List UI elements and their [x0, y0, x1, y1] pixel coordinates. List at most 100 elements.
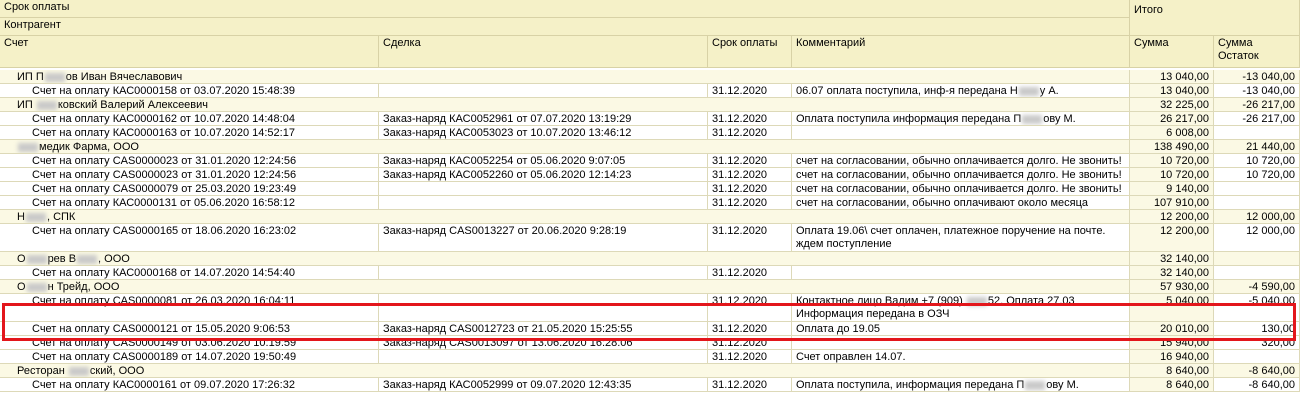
cell-text: 31.12.2020 [712, 183, 768, 195]
cell-text: Оплата до 19.05 [796, 323, 881, 335]
header-label: Остаток [1218, 50, 1259, 62]
table-row[interactable]: Счет на оплату CAS0000081 от 26.03.2020 … [0, 294, 1300, 322]
cell-text: 32 140,00 [1160, 267, 1209, 279]
sum-cell: 12 200,00 [1130, 210, 1214, 223]
table-row[interactable]: Счет на оплату CAS0000079 от 25.03.2020 … [0, 182, 1300, 196]
cell-text: Счет на оплату CAS0000121 от 15.05.2020 … [32, 323, 291, 335]
cell-text: 31.12.2020 [712, 197, 768, 209]
group-row[interactable]: ИП ковский Валерий Алексеевич 32 225,00 -2… [0, 98, 1300, 112]
header-srok-oplaty-group: Срок оплаты [0, 0, 1130, 18]
invoice-cell: Счет на оплату КАС0000168 от 14.07.2020 … [0, 266, 379, 279]
header-kommentariy[interactable]: Комментарий [792, 36, 1130, 68]
group-row[interactable]: Ресторан ский, ООО 8 640,00 -8 640,00 [0, 364, 1300, 378]
table-row[interactable]: Счет на оплату CAS0000165 от 18.06.2020 … [0, 224, 1300, 252]
deal-cell: Заказ-наряд CAS0013097 от 13.06.2020 16:… [379, 336, 708, 349]
cell-text: ову М. [1046, 379, 1079, 391]
cell-text: Счет на оплату CAS0000023 от 31.01.2020 … [32, 169, 297, 181]
table-row[interactable]: Счет на оплату CAS0000121 от 15.05.2020 … [0, 322, 1300, 336]
due-date-cell: 31.12.2020 [708, 196, 792, 209]
table-row[interactable]: Счет на оплату КАС0000163 от 10.07.2020 … [0, 126, 1300, 140]
redacted-text [36, 100, 57, 110]
cell-text: Счет на оплату КАС0000161 от 09.07.2020 … [32, 379, 295, 391]
cell-text: Заказ-наряд КАС0052260 от 05.06.2020 12:… [383, 169, 632, 181]
deal-cell: Заказ-наряд КАС0053023 от 10.07.2020 13:… [379, 126, 708, 139]
cell-text: ИП П [17, 71, 44, 83]
cell-text: Счет на оплату CAS0000189 от 14.07.2020 … [32, 351, 297, 363]
table-row[interactable]: Счет на оплату КАС0000162 от 10.07.2020 … [0, 112, 1300, 126]
invoice-cell: Счет на оплату CAS0000081 от 26.03.2020 … [0, 294, 379, 321]
due-date-cell: 31.12.2020 [708, 224, 792, 251]
sum-cell: 8 640,00 [1130, 378, 1214, 391]
cell-text: Счет на оплату КАС0000158 от 03.07.2020 … [32, 85, 295, 97]
due-date-cell: 31.12.2020 [708, 126, 792, 139]
remainder-cell: -13 040,00 [1214, 84, 1300, 97]
counterparty-name: Н , СПК [0, 210, 1130, 223]
invoice-cell: Счет на оплату КАС0000158 от 03.07.2020 … [0, 84, 379, 97]
deal-cell: Заказ-наряд КАС0052961 от 07.07.2020 13:… [379, 112, 708, 125]
due-date-cell: 31.12.2020 [708, 266, 792, 279]
header-itogo: Итого [1130, 0, 1300, 36]
table-row[interactable]: Счет на оплату CAS0000189 от 14.07.2020 … [0, 350, 1300, 364]
table-row[interactable]: Счет на оплату CAS0000023 от 31.01.2020 … [0, 154, 1300, 168]
group-row[interactable]: медик Фарма, ООО 138 490,00 21 440,00 [0, 140, 1300, 154]
cell-text: 15 940,00 [1160, 337, 1209, 349]
group-row[interactable]: ИП П ов Иван Вячеславович 13 040,00 -13 040… [0, 70, 1300, 84]
cell-text: счет на согласовании, обычно оплачиваетс… [796, 155, 1122, 167]
header-label: Итого [1134, 4, 1163, 16]
table-row[interactable]: Счет на оплату КАС0000131 от 05.06.2020 … [0, 196, 1300, 210]
cell-text: -8 640,00 [1248, 379, 1295, 391]
header-sdelka[interactable]: Сделка [379, 36, 708, 68]
header-srok-oplaty[interactable]: Срок оплаты [708, 36, 792, 68]
sum-cell: 26 217,00 [1130, 112, 1214, 125]
table-row[interactable]: Счет на оплату CAS0000149 от 03.06.2020 … [0, 336, 1300, 350]
remainder-cell: 12 000,00 [1214, 210, 1300, 223]
group-row[interactable]: Он Трейд, ООО 57 930,00 -4 590,00 [0, 280, 1300, 294]
cell-text: н Трейд, ООО [47, 281, 120, 293]
cell-text: -26 217,00 [1242, 99, 1295, 111]
group-row[interactable]: Н , СПК 12 200,00 12 000,00 [0, 210, 1300, 224]
table-row[interactable]: Счет на оплату КАС0000161 от 09.07.2020 … [0, 378, 1300, 392]
redacted-text [18, 142, 38, 152]
cell-text: 107 910,00 [1153, 197, 1209, 209]
cell-text: ов Иван Вячеславович [65, 71, 183, 83]
redacted-text [44, 72, 65, 82]
cell-text: 57 930,00 [1160, 281, 1209, 293]
cell-text: Заказ-наряд CAS0013227 от 20.06.2020 9:2… [383, 225, 627, 237]
redacted-text [1018, 86, 1039, 96]
table-row[interactable]: Счет на оплату КАС0000158 от 03.07.2020 … [0, 84, 1300, 98]
cell-text: О [17, 253, 26, 265]
header-summa-ostatok[interactable]: Сумма Остаток [1214, 36, 1300, 68]
sum-cell: 10 720,00 [1130, 154, 1214, 167]
deal-cell [379, 196, 708, 209]
cell-text: 10 720,00 [1246, 155, 1295, 167]
cell-text: Заказ-наряд КАС0052254 от 05.06.2020 9:0… [383, 155, 626, 167]
counterparty-name: медик Фарма, ООО [0, 140, 1130, 153]
cell-text: Заказ-наряд КАС0053023 от 10.07.2020 13:… [383, 127, 632, 139]
cell-text: 31.12.2020 [712, 267, 768, 279]
cell-text: Счет на оплату CAS0000079 от 25.03.2020 … [32, 183, 297, 195]
cell-text: 13 040,00 [1160, 85, 1209, 97]
header-summa[interactable]: Сумма [1130, 36, 1214, 68]
table-row[interactable]: Счет на оплату CAS0000023 от 31.01.2020 … [0, 168, 1300, 182]
sum-cell: 12 200,00 [1130, 224, 1214, 251]
cell-text: ову М. [1043, 113, 1076, 125]
header-label: Сделка [383, 37, 421, 49]
cell-text: 06.07 оплата поступила, инф-я передана Н [796, 85, 1018, 97]
deal-cell [379, 84, 708, 97]
due-date-cell: 31.12.2020 [708, 378, 792, 391]
due-date-cell: 31.12.2020 [708, 294, 792, 321]
cell-text: ИП [17, 99, 36, 111]
remainder-cell [1214, 252, 1300, 265]
redacted-text [26, 254, 47, 264]
sum-cell: 6 008,00 [1130, 126, 1214, 139]
group-row[interactable]: Орев В , ООО 32 140,00 [0, 252, 1300, 266]
cell-text: счет на согласовании, обычно оплачиваетс… [796, 183, 1122, 195]
header-label: Счет [4, 37, 29, 49]
invoice-cell: Счет на оплату КАС0000131 от 05.06.2020 … [0, 196, 379, 209]
due-date-cell: 31.12.2020 [708, 182, 792, 195]
table-row[interactable]: Счет на оплату КАС0000168 от 14.07.2020 … [0, 266, 1300, 280]
comment-cell: Оплата поступила информация передана П ов… [792, 112, 1130, 125]
due-date-cell: 31.12.2020 [708, 168, 792, 181]
header-schet[interactable]: Счет [0, 36, 379, 68]
counterparty-name: ИП П ов Иван Вячеславович [0, 70, 1130, 83]
